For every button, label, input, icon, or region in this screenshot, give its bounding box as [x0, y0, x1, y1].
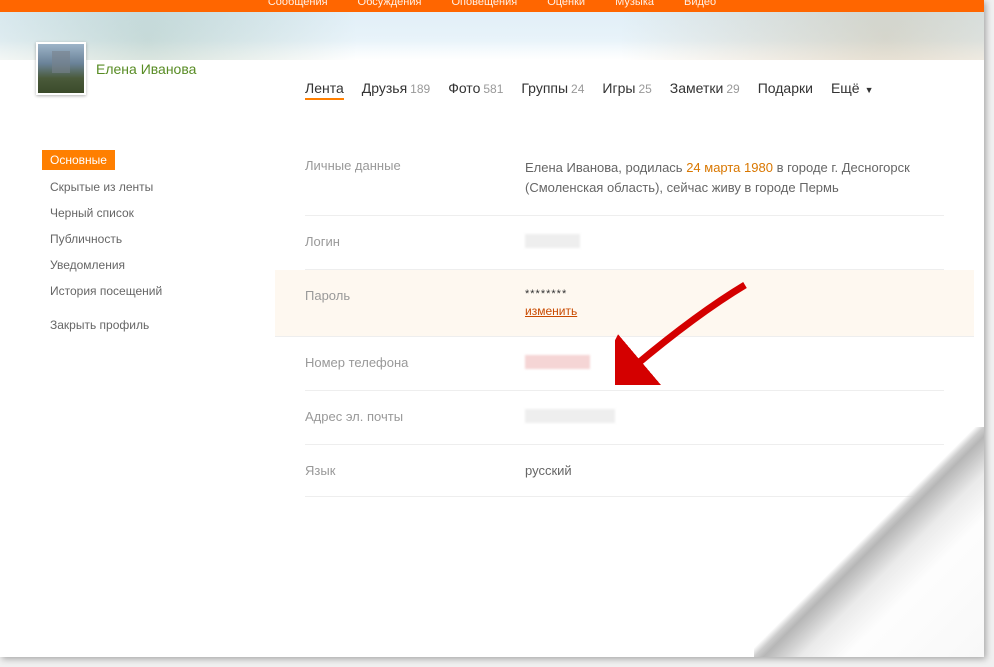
- tab-feed[interactable]: Лента: [305, 80, 344, 100]
- tab-count: 25: [638, 82, 651, 96]
- personal-data-text: Елена Иванова, родилась 24 марта 1980 в …: [525, 158, 944, 197]
- row-personal-data[interactable]: Личные данные Елена Иванова, родилась 24…: [305, 140, 944, 216]
- phone-value-hidden: [525, 355, 590, 369]
- email-value-hidden: [525, 409, 615, 423]
- profile-tabs: Лента Друзья 189 Фото 581 Группы 24 Игры…: [305, 80, 944, 100]
- sidebar-item-blacklist[interactable]: Черный список: [36, 200, 255, 226]
- sidebar-item-hidden[interactable]: Скрытые из ленты: [36, 174, 255, 200]
- tab-notes[interactable]: Заметки 29: [670, 80, 740, 96]
- row-label: Язык: [305, 463, 525, 478]
- avatar[interactable]: [36, 42, 86, 95]
- nav-music[interactable]: Музыка: [615, 0, 654, 8]
- tab-label: Группы: [521, 80, 568, 96]
- sidebar-item-main[interactable]: Основные: [42, 150, 115, 170]
- tab-friends[interactable]: Друзья 189: [362, 80, 430, 96]
- tab-label: Друзья: [362, 80, 407, 96]
- row-label: Адрес эл. почты: [305, 409, 525, 426]
- header-banner: [0, 12, 984, 60]
- nav-ratings[interactable]: Оценки: [547, 0, 585, 8]
- chevron-down-icon: ▼: [865, 85, 874, 95]
- tab-label: Фото: [448, 80, 480, 96]
- nav-messages[interactable]: Сообщения: [268, 0, 328, 8]
- tab-photos[interactable]: Фото 581: [448, 80, 503, 96]
- password-mask: ********: [525, 288, 944, 300]
- tab-label: Игры: [602, 80, 635, 96]
- tab-more[interactable]: Ещё ▼: [831, 80, 874, 96]
- sidebar-item-publicity[interactable]: Публичность: [36, 226, 255, 252]
- row-label: Номер телефона: [305, 355, 525, 372]
- tab-groups[interactable]: Группы 24: [521, 80, 584, 96]
- tab-label: Ещё: [831, 80, 860, 96]
- birth-date: 24 марта 1980: [686, 160, 773, 175]
- row-email[interactable]: Адрес эл. почты: [305, 391, 944, 445]
- sidebar-item-history[interactable]: История посещений: [36, 278, 255, 304]
- tab-games[interactable]: Игры 25: [602, 80, 651, 96]
- row-login[interactable]: Логин: [305, 216, 944, 270]
- login-value-hidden: [525, 234, 580, 248]
- tab-count: 24: [571, 82, 584, 96]
- nav-video[interactable]: Видео: [684, 0, 716, 8]
- nav-notifications[interactable]: Оповещения: [451, 0, 517, 8]
- change-password-link[interactable]: изменить: [525, 304, 577, 318]
- tab-count: 581: [483, 82, 503, 96]
- row-label: Логин: [305, 234, 525, 251]
- top-navigation: Сообщения Обсуждения Оповещения Оценки М…: [0, 0, 984, 12]
- sidebar-item-close-profile[interactable]: Закрыть профиль: [36, 312, 255, 338]
- tab-label: Лента: [305, 80, 344, 96]
- row-label: Личные данные: [305, 158, 525, 197]
- tab-gifts[interactable]: Подарки: [758, 80, 813, 96]
- sidebar-item-notifications[interactable]: Уведомления: [36, 252, 255, 278]
- row-label: Пароль: [305, 288, 525, 318]
- language-value: русский: [525, 463, 944, 478]
- settings-sidebar: Основные Скрытые из ленты Черный список …: [36, 150, 255, 338]
- tab-label: Заметки: [670, 80, 724, 96]
- row-language[interactable]: Язык русский: [305, 445, 944, 497]
- tab-count: 29: [726, 82, 739, 96]
- row-password[interactable]: Пароль ******** изменить: [275, 270, 974, 337]
- tab-count: 189: [410, 82, 430, 96]
- tab-label: Подарки: [758, 80, 813, 96]
- nav-discussions[interactable]: Обсуждения: [358, 0, 422, 8]
- profile-name[interactable]: Елена Иванова: [96, 61, 196, 77]
- row-phone[interactable]: Номер телефона: [305, 337, 944, 391]
